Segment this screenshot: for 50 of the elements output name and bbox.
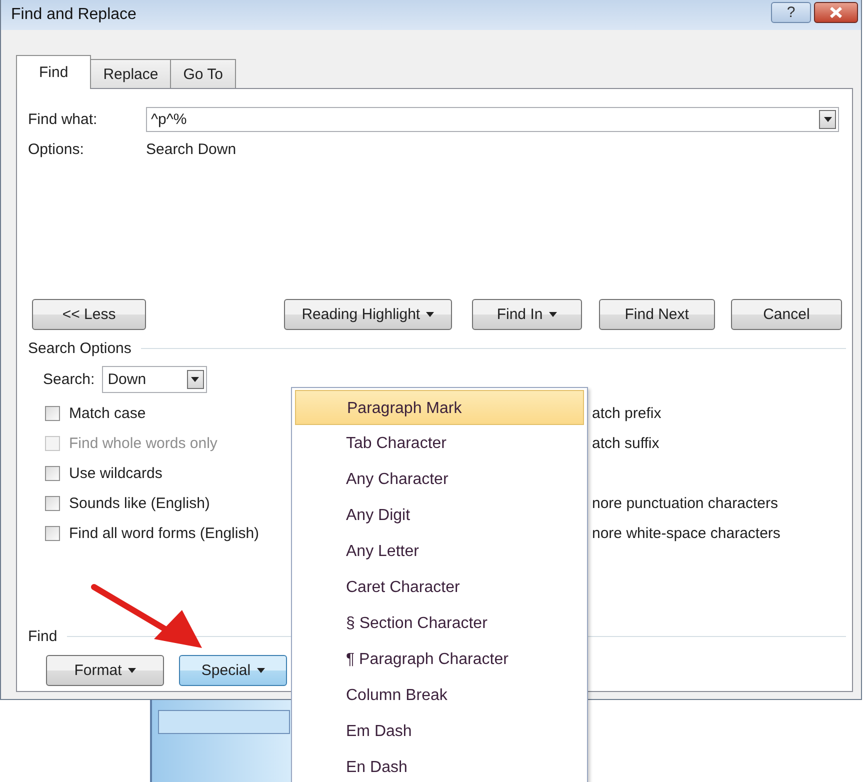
find-next-button[interactable]: Find Next — [598, 299, 715, 330]
menu-item[interactable]: Any Letter — [295, 534, 584, 569]
tab[interactable]: Replace — [90, 59, 172, 88]
field-label: Find what: — [28, 111, 98, 128]
find-what-field[interactable]: ^p^% — [146, 107, 839, 132]
checkbox-label: atch suffix — [592, 434, 660, 452]
window-title: Find and Replace — [11, 6, 136, 24]
caret-icon — [824, 117, 832, 122]
checkbox-label: atch prefix — [592, 404, 662, 422]
checkbox-label: Use wildcards — [69, 464, 162, 482]
menu-item[interactable]: Tab Character — [295, 426, 584, 461]
checkbox-label: Sounds like (English) — [69, 494, 210, 512]
checkbox[interactable] — [45, 406, 60, 420]
tab[interactable]: Find — [16, 55, 92, 89]
less-button[interactable]: << Less — [32, 299, 146, 330]
menu-item[interactable]: En Dash — [295, 750, 584, 782]
close-button[interactable] — [814, 2, 858, 23]
section-title: Find — [28, 628, 58, 645]
menu-item[interactable]: § Section Character — [295, 606, 584, 641]
menu-item[interactable]: Caret Character — [295, 570, 584, 605]
menu-item[interactable]: Any Digit — [295, 498, 584, 533]
help-button[interactable]: ? — [771, 2, 811, 23]
search-dropdown[interactable]: Down — [102, 366, 207, 393]
close-icon — [829, 7, 843, 18]
menu-item[interactable]: Em Dash — [295, 714, 584, 749]
checkbox[interactable] — [45, 526, 60, 540]
caret-icon — [256, 668, 265, 673]
menu-item[interactable]: Column Break — [295, 678, 584, 713]
checkbox-label: Find whole words only — [69, 434, 218, 452]
menu-item[interactable]: Any Character — [295, 462, 584, 497]
section-title: Search Options — [28, 340, 132, 357]
checkbox-label: Find all word forms (English) — [69, 524, 260, 542]
options-value: Search Down — [146, 141, 236, 158]
search-label: Search: — [43, 371, 95, 388]
checkbox-label: nore punctuation characters — [592, 494, 778, 512]
checkbox[interactable] — [45, 496, 60, 510]
tab[interactable]: Go To — [170, 59, 236, 88]
format-button[interactable]: Format — [46, 655, 164, 686]
caret-icon — [191, 377, 200, 382]
checkbox[interactable] — [45, 466, 60, 480]
options-label: Options: — [28, 141, 85, 158]
menu-item[interactable]: ¶ Paragraph Character — [295, 642, 584, 677]
checkbox-label: nore white-space characters — [592, 524, 780, 542]
special-button[interactable]: Special — [179, 655, 287, 686]
caret-icon — [128, 668, 136, 673]
menu-item[interactable]: Paragraph Mark — [295, 390, 584, 425]
find-in-button[interactable]: Find In — [472, 299, 582, 330]
reading-highlight-button[interactable]: Reading Highlight — [284, 299, 452, 330]
cancel-button[interactable]: Cancel — [730, 299, 842, 330]
checkbox-label: Match case — [69, 404, 146, 422]
